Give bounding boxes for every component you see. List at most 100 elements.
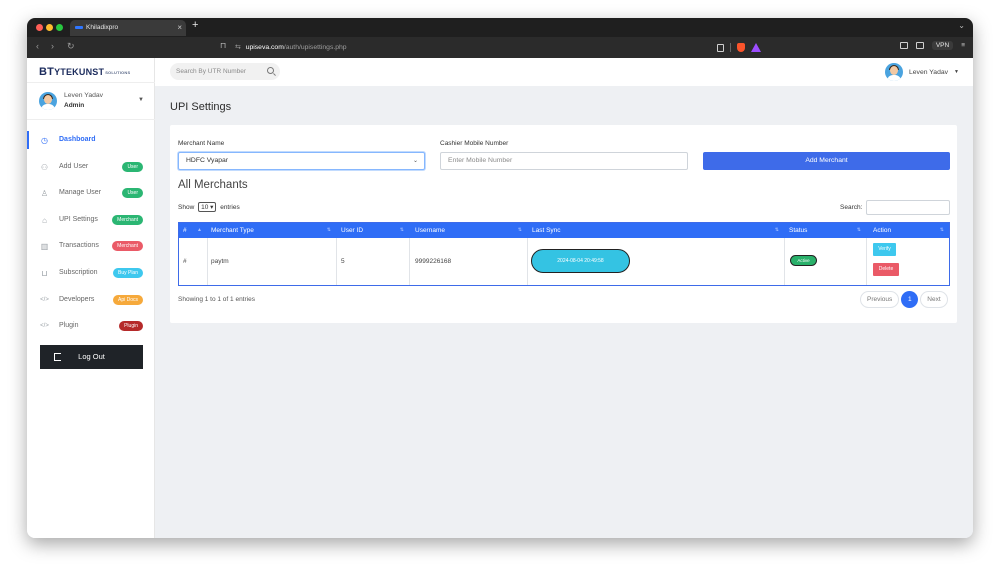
previous-page-button[interactable]: Previous (860, 290, 900, 308)
table-search-input[interactable] (866, 200, 950, 215)
sidebar-badge: Plugin (119, 321, 143, 332)
site-settings-icon[interactable]: ⇆ (235, 44, 241, 51)
sidebar-badge: User (122, 188, 143, 199)
sidebar-badge: Merchant (112, 214, 143, 225)
mobile-field[interactable]: Enter Mobile Number (440, 152, 688, 170)
address-bar: ‹ › ↻ ⊓ ⇆ upiseva.com/auth/upisettings.ph… (27, 37, 973, 58)
sidebar-item-transactions[interactable]: ▥ Transactions Merchant (27, 234, 155, 261)
merchant-type-cell: paytm (211, 258, 229, 265)
user-id-cell: 5 (341, 258, 345, 265)
forward-icon[interactable]: › (51, 41, 54, 51)
column-divider (527, 238, 528, 285)
sidebar-item-add-user[interactable]: ⚇ Add User User (27, 155, 155, 182)
sidebar-badge: Merchant (112, 241, 143, 252)
new-tab-button[interactable]: + (192, 19, 198, 31)
delete-button[interactable]: Delete (873, 263, 899, 276)
add-merchant-button[interactable]: Add Merchant (703, 152, 950, 170)
browser-toolbar-right: VPN ≡ (899, 41, 965, 50)
page-title: UPI Settings (170, 101, 232, 113)
column-header[interactable]: Username ⇅ (415, 223, 527, 238)
avatar (884, 63, 903, 81)
sidebar-item-upi-settings[interactable]: ⌂ UPI Settings Merchant (27, 208, 155, 235)
tab-bar: Khiladixpro × + ⌄ (27, 18, 973, 37)
transactions-icon: ▥ (40, 242, 49, 252)
sidebar-item-manage-user[interactable]: ♙ Manage User User (27, 181, 155, 208)
maximize-window-button[interactable] (56, 24, 63, 31)
sort-icon: ⇅ (939, 227, 944, 233)
code-icon: </> (40, 323, 49, 330)
browser-tab[interactable]: Khiladixpro × (70, 20, 186, 36)
url-field[interactable]: ⇆ upiseva.com/auth/upisettings.php (235, 41, 775, 54)
sidebar-badge: Buy Plan (112, 267, 143, 278)
sidebar-toggle-icon[interactable] (899, 42, 908, 49)
sidebar-item-label: Manage User (59, 189, 102, 197)
share-icon[interactable] (717, 43, 724, 52)
brave-shield-icon[interactable] (737, 43, 745, 52)
sort-icon: ⇅ (856, 227, 861, 233)
sort-icon: ⇅ (326, 227, 331, 233)
top-user-name: Leven Yadav (908, 68, 949, 76)
extension-icons (717, 41, 761, 54)
column-header[interactable]: Merchant Type ⇅ (211, 223, 336, 238)
back-icon[interactable]: ‹ (36, 41, 39, 51)
status-badge: Active (790, 255, 817, 266)
top-user-menu[interactable]: Leven Yadav ▼ (884, 63, 959, 81)
manage-user-icon: ♙ (40, 189, 49, 199)
logo[interactable]: BTYTEKUNSTSOLUTIONS (39, 66, 130, 78)
entries-select[interactable]: 10 ▾ (198, 202, 217, 212)
close-window-button[interactable] (36, 24, 43, 31)
column-header[interactable]: # ▲ (183, 223, 207, 238)
page-1-button[interactable]: 1 (901, 290, 919, 308)
wallet-icon[interactable] (915, 42, 924, 49)
sidebar-badge: User (122, 161, 143, 172)
next-page-button[interactable]: Next (920, 290, 948, 308)
chevron-down-icon[interactable]: ▼ (138, 97, 144, 103)
merchant-card: Merchant Name HDFC Vyapar ⌄ Cashier Mobi… (170, 125, 957, 323)
browser-window: Khiladixpro × + ⌄ ‹ › ↻ ⊓ ⇆ upiseva.com/a… (27, 18, 973, 538)
sidebar-item-developers[interactable]: </> Developers Api Docs (27, 288, 155, 315)
column-header[interactable]: Last Sync ⇅ (532, 223, 784, 238)
username-cell: 9999226168 (415, 258, 452, 265)
url-host: upiseva.com (245, 44, 284, 51)
web-page: BTYTEKUNSTSOLUTIONS Leven Yadav Admin ▼ … (27, 58, 973, 538)
close-tab-icon[interactable]: × (177, 20, 182, 36)
sort-icon: ⇅ (399, 227, 404, 233)
dashboard-icon: ◷ (41, 136, 48, 145)
brave-rewards-icon[interactable] (751, 43, 761, 52)
column-header[interactable]: Status ⇅ (789, 223, 866, 238)
search-icon[interactable] (267, 67, 274, 74)
sidebar-item-label: UPI Settings (59, 215, 98, 223)
search-input[interactable]: Search By UTR Number (170, 63, 280, 80)
reload-icon[interactable]: ↻ (67, 41, 75, 52)
sidebar-user[interactable]: Leven Yadav Admin ▼ (27, 82, 155, 120)
avatar (39, 92, 57, 110)
user-role: Admin (64, 102, 85, 109)
sort-icon: ⇅ (774, 227, 779, 233)
divider (730, 43, 731, 52)
bookmark-icon[interactable]: ⊓ (220, 41, 226, 50)
table-header: # ▲ Merchant Type ⇅ User ID ⇅ Username ⇅ Last Sy… (179, 223, 949, 238)
sidebar-item-dashboard[interactable]: ◷ Dashboard (27, 128, 155, 155)
column-divider (409, 238, 410, 285)
favicon-icon (75, 26, 83, 29)
merchant-name-select[interactable]: HDFC Vyapar ⌄ (178, 152, 425, 170)
code-icon: </> (40, 296, 49, 303)
minimize-window-button[interactable] (46, 24, 53, 31)
column-divider (866, 238, 867, 285)
column-divider (784, 238, 785, 285)
mobile-label: Cashier Mobile Number (440, 140, 509, 147)
column-header[interactable]: User ID ⇅ (341, 223, 409, 238)
column-header[interactable]: Action ⇅ (873, 223, 949, 238)
logout-icon (54, 353, 61, 361)
tab-list-chevron-icon[interactable]: ⌄ (958, 21, 965, 30)
logout-button[interactable]: Log Out (40, 345, 143, 369)
sidebar-item-subscription[interactable]: ⊔ Subscription Buy Plan (27, 261, 155, 288)
vpn-button[interactable]: VPN (931, 41, 954, 50)
verify-button[interactable]: Verify (873, 243, 896, 256)
sidebar-item-plugin[interactable]: </> Plugin Plugin (27, 314, 155, 341)
cart-icon: ⊔ (41, 268, 48, 278)
last-sync-pill: 2024-08-04 20:49:58 (531, 249, 630, 273)
sidebar-item-label: Transactions (59, 242, 99, 250)
menu-icon[interactable]: ≡ (961, 42, 965, 49)
sidebar-menu: ◷ Dashboard ⚇ Add User User ♙ Manage User User ⌂… (27, 128, 155, 341)
